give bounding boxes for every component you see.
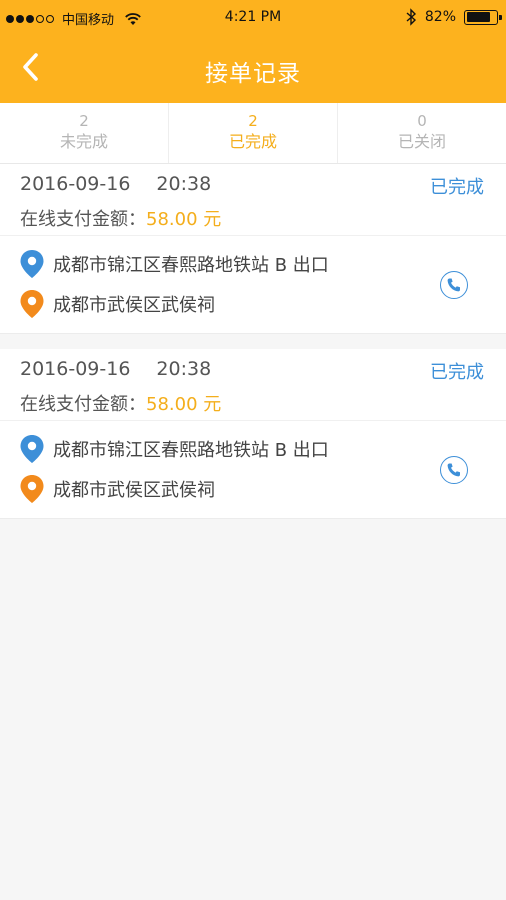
tab-closed[interactable]: 0 已关闭 (338, 103, 506, 163)
order-time: 20:38 (156, 358, 212, 380)
order-summary: 2016-09-16 20:38 已完成 在线支付金额：58.00 元 (0, 164, 506, 236)
phone-icon (447, 463, 460, 477)
tab-label: 已关闭 (397, 132, 446, 151)
payment-label: 在线支付金额： (20, 209, 146, 230)
page-title: 接单记录 (205, 61, 301, 87)
tab-label: 未完成 (59, 132, 108, 151)
battery-percent: 82% (424, 9, 456, 25)
order-route: 成都市锦江区春熙路地铁站 B 出口 成都市武侯区武侯祠 (0, 421, 506, 518)
call-button[interactable] (440, 456, 468, 484)
nav-bar: 接单记录 (0, 36, 506, 103)
pickup-address: 成都市锦江区春熙路地铁站 B 出口 (19, 434, 329, 464)
tab-label: 已完成 (228, 132, 277, 151)
order-payment: 在线支付金额：58.00 元 (20, 390, 221, 416)
payment-label: 在线支付金额： (20, 394, 146, 415)
order-route: 成都市锦江区春熙路地铁站 B 出口 成都市武侯区武侯祠 (0, 236, 506, 333)
tab-count: 2 (248, 112, 258, 130)
order-status: 已完成 (430, 177, 484, 198)
app-header: 中国移动 4:21 PM 82% 接单记录 (0, 0, 506, 103)
dropoff-address-text: 成都市武侯区武侯祠 (53, 480, 215, 501)
bluetooth-icon (406, 8, 416, 26)
order-card[interactable]: 2016-09-16 20:38 已完成 在线支付金额：58.00 元 成都市锦江… (0, 164, 506, 334)
location-pin-orange-icon (20, 290, 44, 318)
order-payment: 在线支付金额：58.00 元 (20, 205, 221, 231)
call-button[interactable] (440, 271, 468, 299)
order-date: 2016-09-16 (20, 173, 131, 195)
status-bar: 中国移动 4:21 PM 82% (0, 0, 506, 36)
payment-amount: 58.00 元 (146, 394, 222, 415)
payment-amount: 58.00 元 (146, 209, 222, 230)
location-pin-blue-icon (20, 250, 44, 278)
dropoff-address: 成都市武侯区武侯祠 (19, 474, 215, 504)
tab-count: 0 (417, 112, 427, 130)
order-date: 2016-09-16 (20, 358, 131, 380)
tab-incomplete[interactable]: 2 未完成 (0, 103, 169, 163)
status-tabs: 2 未完成 2 已完成 0 已关闭 (0, 103, 506, 164)
order-time: 20:38 (156, 173, 212, 195)
dropoff-address-text: 成都市武侯区武侯祠 (53, 295, 215, 316)
battery-level (466, 12, 491, 22)
tab-completed[interactable]: 2 已完成 (169, 103, 338, 163)
order-status: 已完成 (430, 362, 484, 383)
dropoff-address: 成都市武侯区武侯祠 (19, 289, 215, 319)
pickup-address-text: 成都市锦江区春熙路地铁站 B 出口 (53, 255, 329, 276)
pickup-address: 成都市锦江区春熙路地铁站 B 出口 (19, 249, 329, 279)
order-datetime: 2016-09-16 20:38 (20, 358, 211, 380)
order-datetime: 2016-09-16 20:38 (20, 173, 211, 195)
location-pin-orange-icon (20, 475, 44, 503)
tab-count: 2 (79, 112, 89, 130)
pickup-address-text: 成都市锦江区春熙路地铁站 B 出口 (53, 440, 329, 461)
battery-icon (464, 9, 502, 25)
order-card[interactable]: 2016-09-16 20:38 已完成 在线支付金额：58.00 元 成都市锦江… (0, 349, 506, 519)
status-right: 82% (405, 8, 502, 26)
location-pin-blue-icon (20, 435, 44, 463)
order-summary: 2016-09-16 20:38 已完成 在线支付金额：58.00 元 (0, 349, 506, 421)
phone-icon (447, 278, 460, 292)
